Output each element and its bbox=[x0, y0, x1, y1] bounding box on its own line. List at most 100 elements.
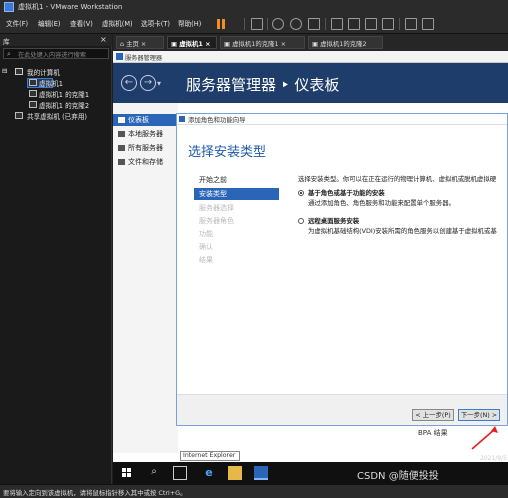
tree-item-clone1[interactable]: 虚拟机1 的克隆1 bbox=[39, 89, 89, 99]
tree-item-clone2[interactable]: 虚拟机1 的克隆2 bbox=[39, 100, 89, 110]
nav-dashboard[interactable]: 仪表板 bbox=[113, 114, 178, 126]
nav-file-storage[interactable]: 文件和存储 bbox=[118, 157, 163, 167]
bpa-results-label: BPA 结果 bbox=[418, 429, 448, 437]
forward-icon[interactable]: → bbox=[140, 75, 156, 91]
menu-bar: 文件(F) 编辑(E) 查看(V) 虚拟机(M) 选项卡(T) 帮助(H) bbox=[0, 14, 508, 34]
nav-label: 文件和存储 bbox=[128, 158, 163, 166]
step-before-begin[interactable]: 开始之前 bbox=[199, 175, 227, 185]
console-view-icon[interactable] bbox=[405, 18, 417, 30]
vm-icon bbox=[29, 90, 37, 97]
server-manager-title: 服务器管理器 bbox=[125, 55, 163, 62]
tab-clone2[interactable]: ▣ 虚拟机1的克隆2 bbox=[308, 36, 383, 49]
watermark: CSDN @随便投投 bbox=[357, 471, 439, 482]
nav-all-servers[interactable]: 所有服务器 bbox=[118, 143, 163, 153]
status-text: 要将输入定向到该虚拟机，请将鼠标指针移入其中或按 Ctrl+G。 bbox=[3, 489, 187, 497]
server-manager-icon bbox=[116, 53, 123, 60]
radio-remote-desktop[interactable] bbox=[298, 218, 304, 224]
toolbar-separator bbox=[325, 18, 326, 30]
taskbar-tooltip: Internet Explorer bbox=[180, 451, 240, 461]
breadcrumb: 服务器管理器 ‣ 仪表板 bbox=[186, 76, 340, 94]
snapshot-manager-icon[interactable] bbox=[308, 18, 320, 30]
library-search-input[interactable]: ⌕ 在此处键入内容进行搜索 bbox=[3, 48, 109, 59]
window-title-bar: 虚拟机1 - VMware Workstation bbox=[0, 0, 508, 14]
menu-tabs[interactable]: 选项卡(T) bbox=[141, 18, 170, 28]
option-remote-desktop-title[interactable]: 远程桌面服务安装 bbox=[308, 216, 359, 225]
nav-local-server[interactable]: 本地服务器 bbox=[118, 129, 163, 139]
server-manager-taskbar-icon[interactable] bbox=[254, 466, 268, 480]
close-icon[interactable]: × bbox=[100, 35, 107, 44]
dropdown-icon[interactable]: ▾ bbox=[157, 79, 161, 88]
prev-button[interactable]: < 上一步(P) bbox=[412, 409, 454, 421]
step-server-selection: 服务器选择 bbox=[199, 204, 234, 212]
intro-text: 选择安装类型。你可以在正在运行的物理计算机、虚拟机或脱机虚拟硬 bbox=[298, 175, 497, 183]
dialog-heading: 选择安装类型 bbox=[188, 145, 267, 160]
search-placeholder: 在此处键入内容进行搜索 bbox=[18, 52, 87, 59]
server-icon bbox=[118, 131, 125, 137]
back-icon[interactable]: ← bbox=[121, 75, 137, 91]
file-explorer-icon[interactable] bbox=[228, 466, 242, 480]
shared-vm-icon bbox=[15, 112, 23, 119]
red-arrow-annotation bbox=[471, 426, 498, 450]
close-icon[interactable]: × bbox=[281, 40, 286, 48]
menu-edit[interactable]: 编辑(E) bbox=[38, 18, 61, 28]
tab-label: 虚拟机1的克隆2 bbox=[320, 40, 367, 48]
menu-file[interactable]: 文件(F) bbox=[6, 18, 28, 28]
dialog-footer: < 上一步(P) 下一步(N) > bbox=[177, 394, 507, 425]
task-view-icon[interactable] bbox=[173, 466, 187, 480]
dashboard-icon bbox=[118, 117, 125, 123]
library-title: 库 bbox=[3, 38, 10, 46]
windows-start-icon[interactable] bbox=[120, 466, 134, 480]
tab-label: 主页 bbox=[126, 40, 139, 48]
step-install-type[interactable]: 安装类型 bbox=[194, 188, 279, 200]
nav-label: 仪表板 bbox=[128, 116, 149, 124]
tab-home[interactable]: ⌂ 主页 × bbox=[116, 36, 164, 49]
close-icon[interactable]: × bbox=[141, 40, 146, 48]
library-view-icon[interactable] bbox=[331, 18, 343, 30]
fullscreen-icon[interactable] bbox=[365, 18, 377, 30]
vmware-app-icon bbox=[4, 2, 14, 12]
collapse-icon[interactable]: ⊟ bbox=[2, 67, 8, 75]
option-role-based-desc: 通过添加角色、角色服务和功能来配置单个服务器。 bbox=[308, 199, 455, 207]
internet-explorer-icon[interactable]: e bbox=[202, 466, 216, 480]
search-icon[interactable]: ⌕ bbox=[147, 466, 161, 480]
vm-icon bbox=[29, 79, 37, 86]
snapshot-icon[interactable] bbox=[272, 18, 284, 30]
close-icon[interactable]: × bbox=[205, 40, 210, 48]
nav-label: 所有服务器 bbox=[128, 144, 163, 152]
server-manager-title-bar: 服务器管理器 bbox=[113, 51, 508, 63]
status-bar: 要将输入定向到该虚拟机，请将鼠标指针移入其中或按 Ctrl+G。 bbox=[0, 484, 508, 498]
search-icon: ⌕ bbox=[7, 50, 11, 58]
computer-icon bbox=[15, 68, 23, 75]
thumbnail-view-icon[interactable] bbox=[348, 18, 360, 30]
revert-snapshot-icon[interactable] bbox=[290, 18, 302, 30]
send-ctrl-alt-del-icon[interactable] bbox=[251, 18, 263, 30]
tab-label: 虚拟机1 bbox=[179, 40, 203, 48]
window-title: 虚拟机1 - VMware Workstation bbox=[18, 3, 123, 11]
tree-item-shared[interactable]: 共享虚拟机 (已弃用) bbox=[27, 111, 87, 121]
unity-icon[interactable] bbox=[382, 18, 394, 30]
toolbar-separator bbox=[267, 18, 268, 30]
tree-item-vm1[interactable]: 虚拟机1 bbox=[39, 78, 63, 88]
dialog-title-bar: 添加角色和功能向导 bbox=[177, 114, 507, 125]
step-confirm: 确认 bbox=[199, 243, 213, 251]
pause-icon[interactable] bbox=[215, 18, 227, 30]
option-role-based-title[interactable]: 基于角色或基于功能的安装 bbox=[308, 188, 385, 197]
step-results: 结果 bbox=[199, 256, 213, 264]
menu-help[interactable]: 帮助(H) bbox=[178, 18, 201, 28]
vm-icon bbox=[29, 101, 37, 108]
dialog-window-title: 添加角色和功能向导 bbox=[188, 116, 246, 124]
server-manager-nav: 仪表板 本地服务器 所有服务器 文件和存储 bbox=[113, 103, 178, 453]
menu-view[interactable]: 查看(V) bbox=[70, 18, 93, 28]
option-remote-desktop-desc: 为虚拟机基础结构(VDI)安装所需的角色服务以创建基于虚拟机或基 bbox=[308, 227, 497, 235]
wizard-icon bbox=[179, 116, 185, 122]
tab-label: 虚拟机1的克隆1 bbox=[232, 40, 279, 48]
radio-role-based[interactable] bbox=[298, 190, 304, 196]
tab-vm1[interactable]: ▣ 虚拟机1 × bbox=[167, 36, 217, 49]
tab-clone1[interactable]: ▣ 虚拟机1的克隆1 × bbox=[220, 36, 305, 49]
stretch-guest-icon[interactable] bbox=[422, 18, 434, 30]
step-label: 安装类型 bbox=[199, 190, 227, 198]
menu-vm[interactable]: 虚拟机(M) bbox=[102, 18, 133, 28]
tree-item-my-computer[interactable]: 我的计算机 bbox=[27, 67, 60, 77]
library-header: 库 × bbox=[0, 34, 112, 46]
next-button[interactable]: 下一步(N) > bbox=[458, 409, 500, 421]
